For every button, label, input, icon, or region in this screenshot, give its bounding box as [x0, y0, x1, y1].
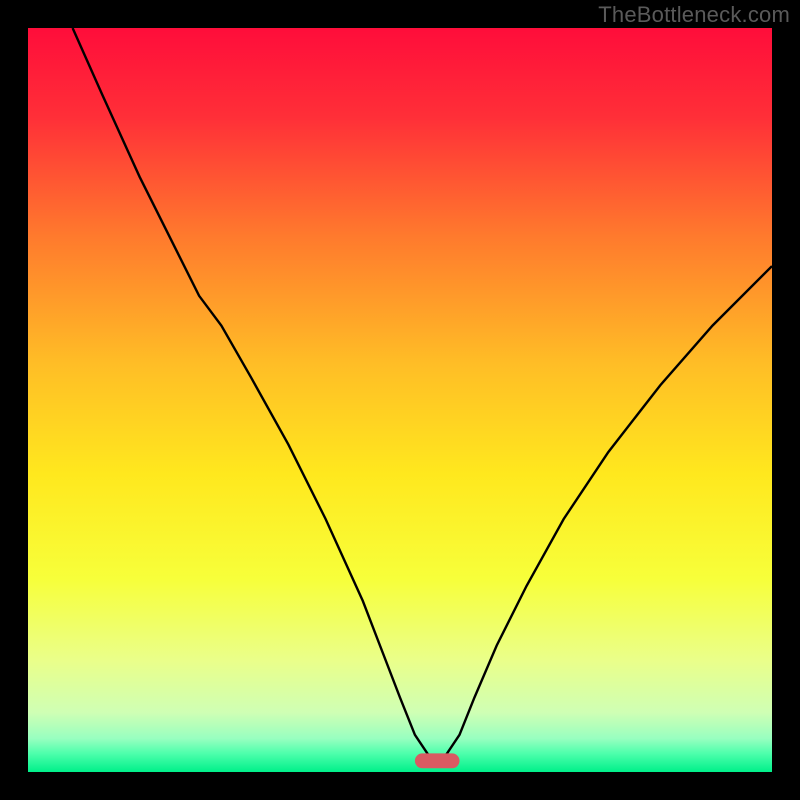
- minimum-marker: [415, 753, 460, 768]
- watermark-text: TheBottleneck.com: [598, 2, 790, 28]
- chart-frame: TheBottleneck.com: [0, 0, 800, 800]
- bottleneck-chart: [28, 28, 772, 772]
- chart-plot-area: [28, 28, 772, 772]
